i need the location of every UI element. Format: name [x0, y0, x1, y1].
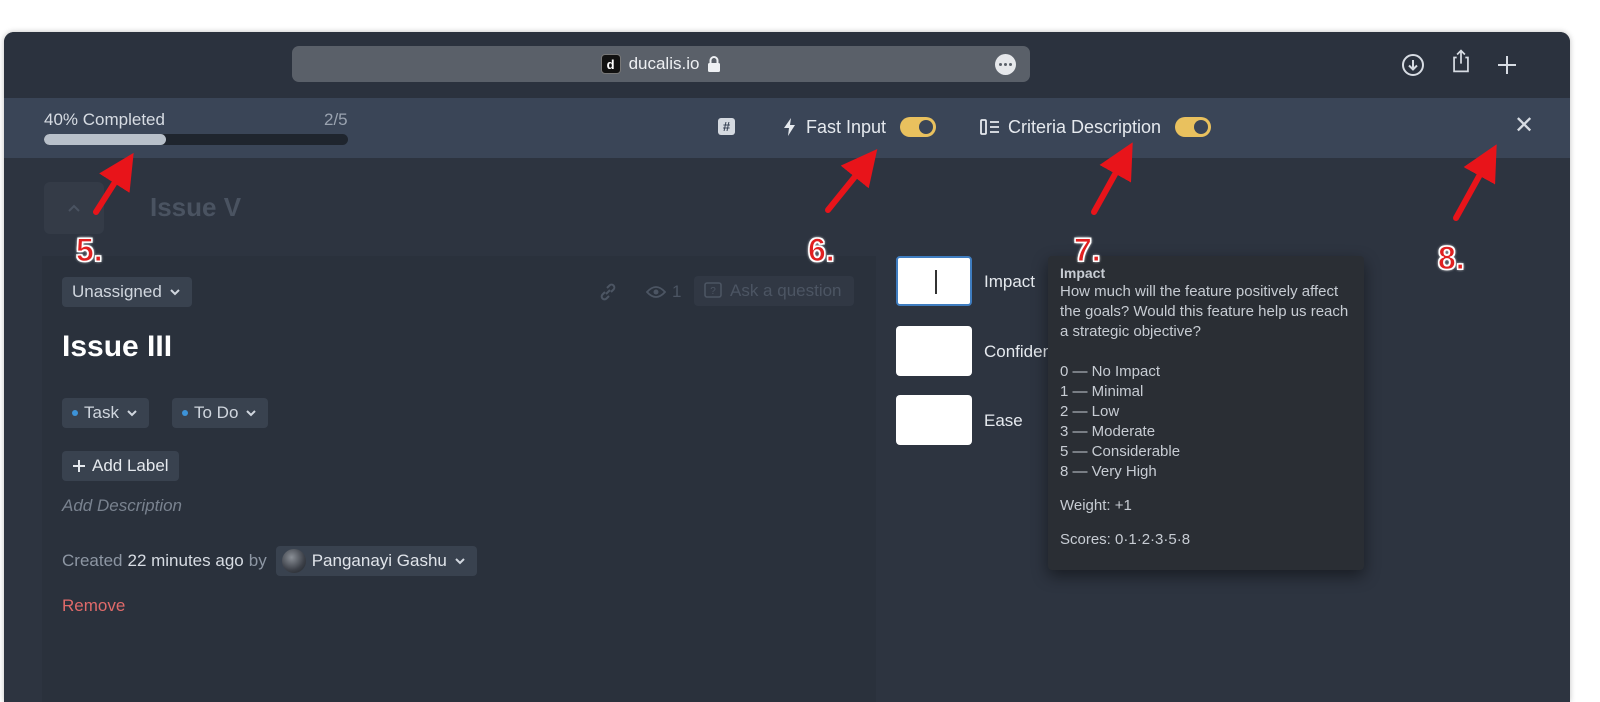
annotation-8: 8.: [1438, 240, 1466, 277]
annotation-5: 5.: [76, 232, 104, 269]
annotation-arrows: [93, 142, 1497, 221]
annotation-7: 7.: [1074, 232, 1102, 269]
arrow-5: [93, 152, 134, 215]
arrow-6: [825, 149, 878, 213]
annotation-6: 6.: [808, 232, 836, 269]
arrow-7: [1091, 142, 1133, 215]
arrow-8: [1453, 144, 1497, 221]
